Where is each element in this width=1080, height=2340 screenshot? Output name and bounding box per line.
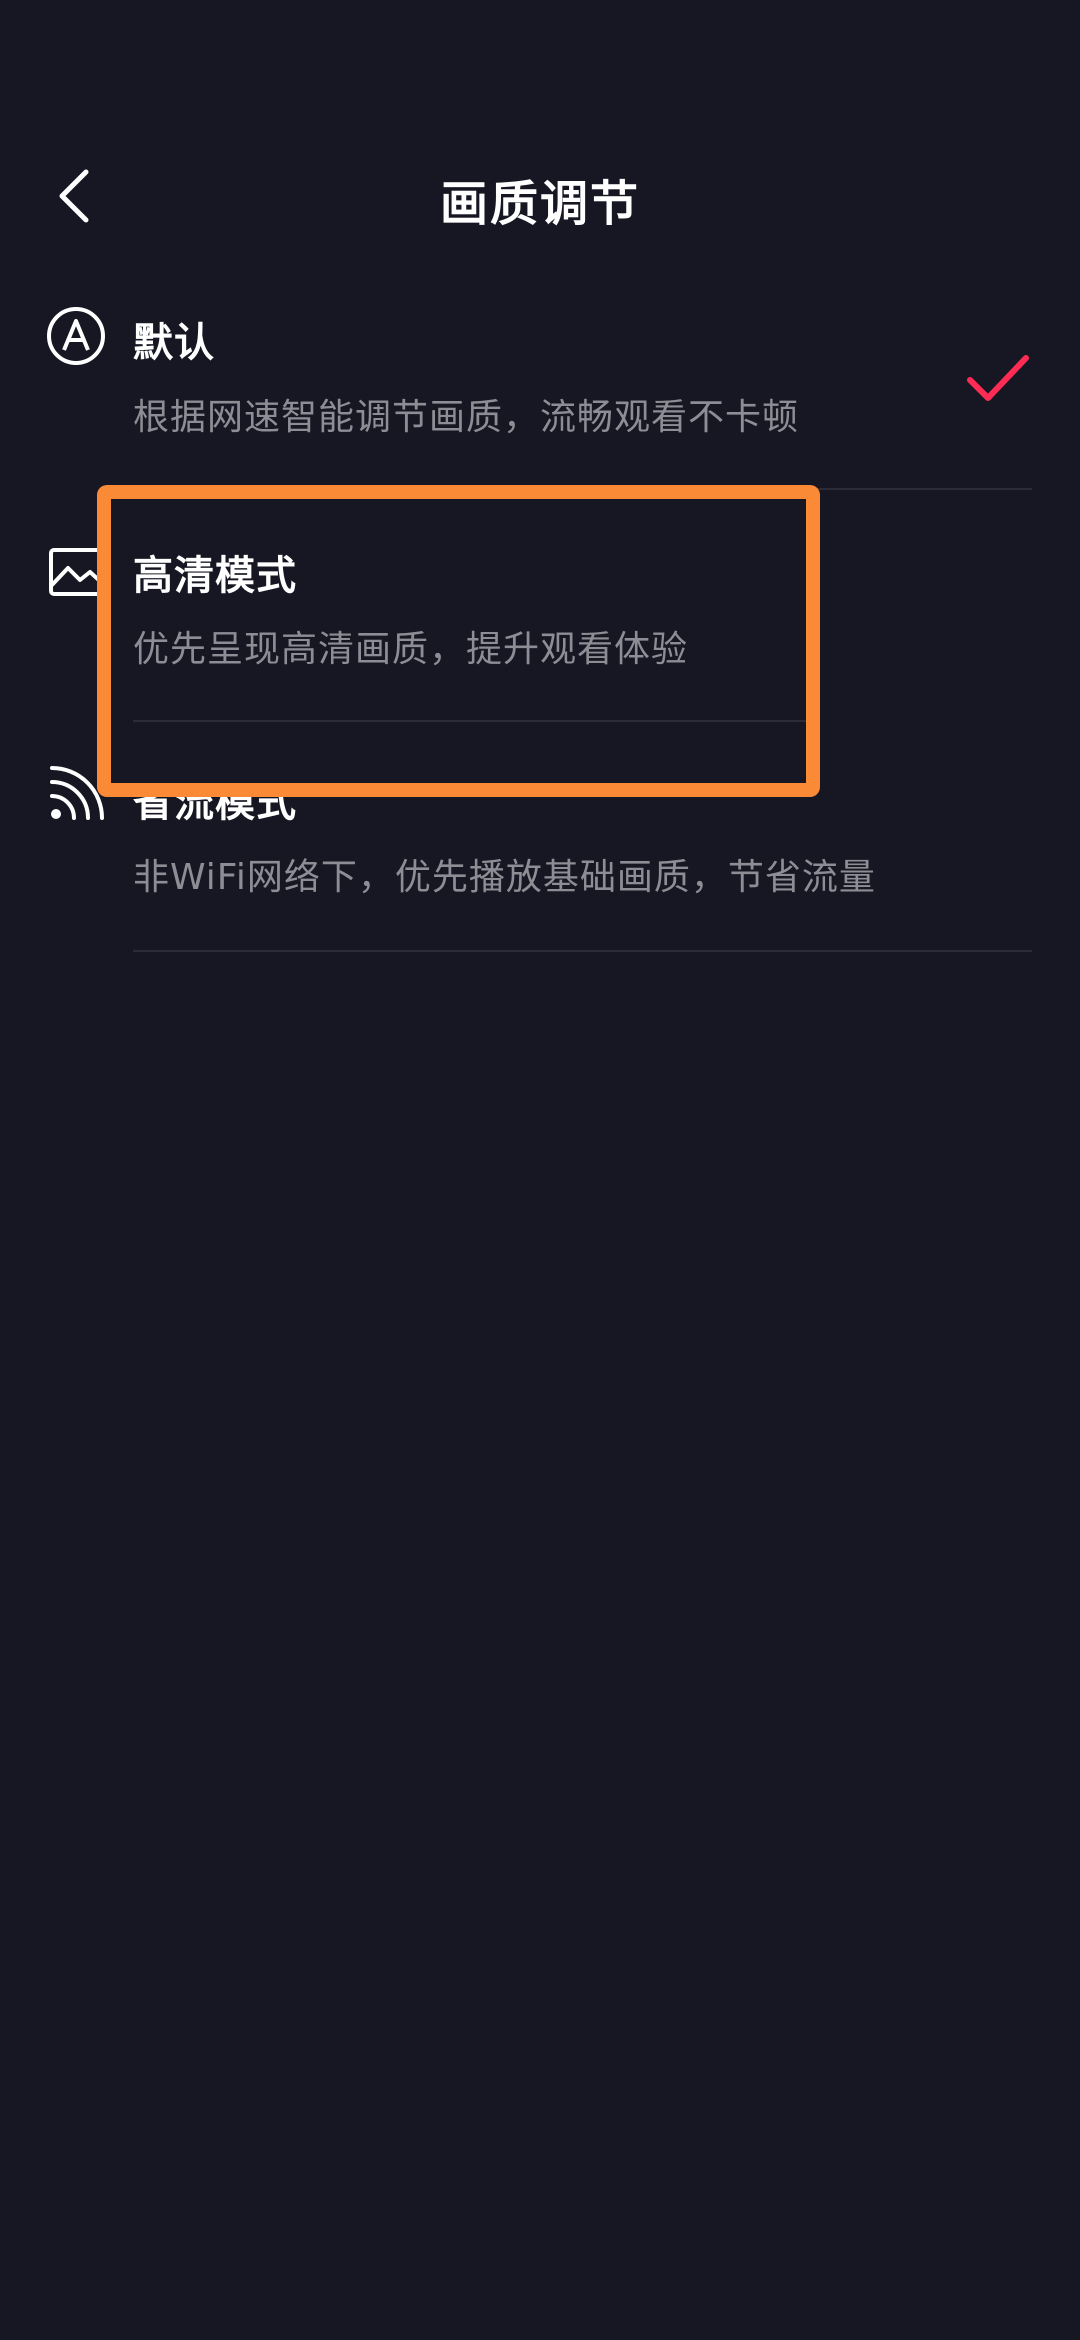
option-title: 默认 [133, 320, 215, 366]
option-description: 优先呈现高清画质，提升观看体验 [133, 629, 689, 670]
checkmark-icon [967, 355, 1029, 401]
divider [133, 720, 806, 722]
option-title: 高清模式 [133, 553, 297, 599]
quality-settings-screen: 画质调节 默认 根据网速智能调节画质，流畅观看不卡顿 省流模式 非WiFi网络下… [0, 0, 1080, 2340]
divider [133, 950, 1032, 952]
header: 画质调节 [0, 150, 1080, 240]
option-description: 非WiFi网络下，优先播放基础画质，节省流量 [133, 857, 876, 898]
auto-a-icon [46, 306, 106, 366]
page-title: 画质调节 [439, 176, 640, 232]
option-description: 根据网速智能调节画质，流畅观看不卡顿 [133, 397, 800, 438]
